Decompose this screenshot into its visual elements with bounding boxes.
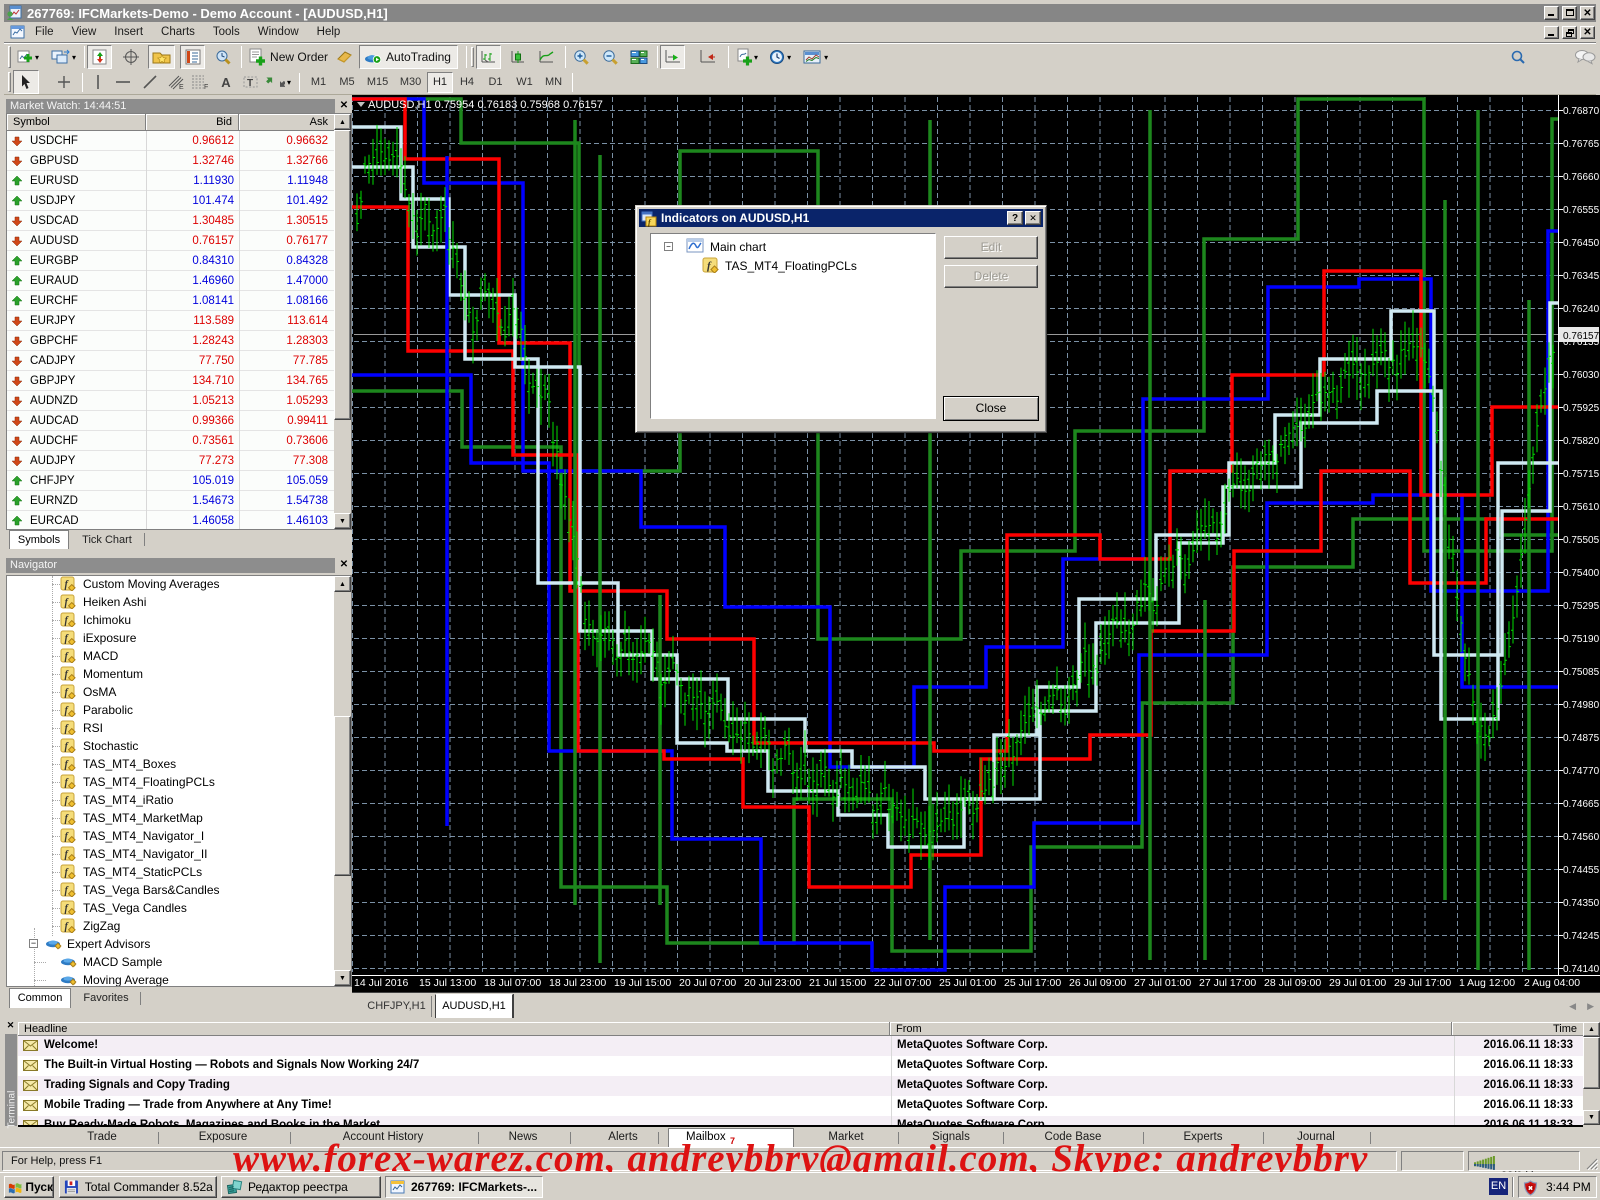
- svg-text:14 Jul 2016: 14 Jul 2016: [354, 977, 408, 989]
- svg-text:0.74140: 0.74140: [1563, 964, 1600, 975]
- svg-text:0.76555: 0.76555: [1563, 205, 1600, 216]
- svg-text:0.74980: 0.74980: [1563, 700, 1600, 711]
- svg-text:0.74350: 0.74350: [1563, 898, 1600, 909]
- svg-text:0.75190: 0.75190: [1563, 634, 1600, 645]
- svg-text:25 Jul 17:00: 25 Jul 17:00: [1004, 977, 1061, 989]
- svg-text:0.76345: 0.76345: [1563, 271, 1600, 282]
- svg-text:19 Jul 15:00: 19 Jul 15:00: [614, 977, 671, 989]
- svg-text:T: T: [247, 78, 253, 89]
- svg-text:15 Jul 13:00: 15 Jul 13:00: [419, 977, 476, 989]
- svg-text:E: E: [179, 84, 184, 90]
- svg-text:18 Jul 23:00: 18 Jul 23:00: [549, 977, 606, 989]
- svg-text:27 Jul 17:00: 27 Jul 17:00: [1199, 977, 1256, 989]
- svg-text:0.74875: 0.74875: [1563, 733, 1600, 744]
- svg-text:27 Jul 01:00: 27 Jul 01:00: [1134, 977, 1191, 989]
- svg-text:18 Jul 07:00: 18 Jul 07:00: [484, 977, 541, 989]
- svg-text:28 Jul 09:00: 28 Jul 09:00: [1264, 977, 1321, 989]
- svg-text:0.76870: 0.76870: [1563, 106, 1600, 117]
- svg-text:0.76030: 0.76030: [1563, 370, 1600, 381]
- svg-text:0.74560: 0.74560: [1563, 832, 1600, 843]
- svg-text:0.75715: 0.75715: [1563, 469, 1600, 480]
- svg-text:0.75085: 0.75085: [1563, 667, 1600, 678]
- svg-text:0.74770: 0.74770: [1563, 766, 1600, 777]
- svg-text:0.76240: 0.76240: [1563, 304, 1600, 315]
- svg-text:26 Jul 09:00: 26 Jul 09:00: [1069, 977, 1126, 989]
- svg-text:0.76157: 0.76157: [1563, 331, 1600, 342]
- svg-text:25 Jul 01:00: 25 Jul 01:00: [939, 977, 996, 989]
- svg-text:29 Jul 17:00: 29 Jul 17:00: [1394, 977, 1451, 989]
- svg-text:0.74665: 0.74665: [1563, 799, 1600, 810]
- svg-text:21 Jul 15:00: 21 Jul 15:00: [809, 977, 866, 989]
- svg-text:29 Jul 01:00: 29 Jul 01:00: [1329, 977, 1386, 989]
- svg-text:0.75400: 0.75400: [1563, 568, 1600, 579]
- svg-text:20 Jul 07:00: 20 Jul 07:00: [679, 977, 736, 989]
- svg-text:0.74455: 0.74455: [1563, 865, 1600, 876]
- svg-text:0.75295: 0.75295: [1563, 601, 1600, 612]
- svg-text:F: F: [204, 84, 208, 90]
- svg-text:0.76450: 0.76450: [1563, 238, 1600, 249]
- svg-text:20 Jul 23:00: 20 Jul 23:00: [744, 977, 801, 989]
- svg-text:1 Aug 12:00: 1 Aug 12:00: [1459, 977, 1515, 989]
- svg-text:0.75925: 0.75925: [1563, 403, 1600, 414]
- svg-text:0.75610: 0.75610: [1563, 502, 1600, 513]
- svg-text:0.75505: 0.75505: [1563, 535, 1600, 546]
- svg-text:22 Jul 07:00: 22 Jul 07:00: [874, 977, 931, 989]
- svg-text:0.74245: 0.74245: [1563, 931, 1600, 942]
- svg-text:AUDUSD,H1 0.75954 0.76183 0.7: AUDUSD,H1 0.75954 0.76183 0.75968 0.7615…: [368, 99, 603, 111]
- svg-text:0.76660: 0.76660: [1563, 172, 1600, 183]
- svg-text:0.75820: 0.75820: [1563, 436, 1600, 447]
- svg-text:2 Aug 04:00: 2 Aug 04:00: [1524, 977, 1580, 989]
- svg-text:0.76765: 0.76765: [1563, 139, 1600, 150]
